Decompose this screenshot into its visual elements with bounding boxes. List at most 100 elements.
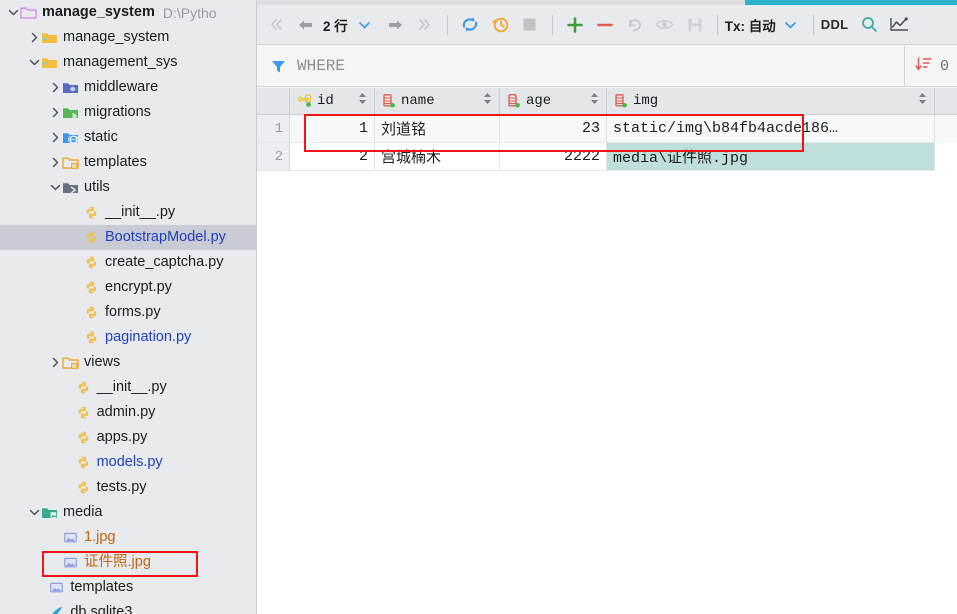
sort-desc-icon[interactable] (915, 56, 933, 77)
tree-item-tests-py[interactable]: tests.py (0, 475, 256, 500)
cell-img[interactable]: media\证件照.jpg (607, 143, 935, 171)
cell-name[interactable]: 刘道铭 (375, 115, 500, 143)
where-input[interactable]: WHERE (297, 57, 345, 75)
tree-item--init-py[interactable]: __init__.py (0, 375, 256, 400)
delete-row-button[interactable] (592, 11, 618, 39)
transaction-mode-label[interactable]: Tx: 自动 (725, 15, 776, 35)
cell-age[interactable]: 2222 (500, 143, 607, 171)
preview-icon[interactable] (652, 11, 678, 39)
tree-item-apps-py[interactable]: apps.py (0, 425, 256, 450)
sort-toggle-name[interactable] (483, 92, 492, 110)
tree-item-management-sys[interactable]: management_sys (0, 50, 256, 75)
sqlite-file-icon (48, 604, 65, 614)
prev-page-button[interactable] (293, 11, 319, 39)
row-number-header (257, 88, 290, 114)
cell-id[interactable]: 2 (290, 143, 375, 171)
commit-icon[interactable] (682, 11, 708, 39)
search-icon[interactable] (856, 11, 882, 39)
data-grid: id name age img 1 1 刘道铭 23 static/img\b8… (257, 88, 957, 614)
chevron-down-icon[interactable] (48, 181, 62, 195)
tree-item-label: apps.py (96, 429, 148, 446)
column-header-id[interactable]: id (290, 88, 375, 114)
column-header-img[interactable]: img (607, 88, 935, 114)
cell-name[interactable]: 宫城楠木 (375, 143, 500, 171)
last-page-button[interactable] (412, 11, 438, 39)
tree-item-forms-py[interactable]: forms.py (0, 300, 256, 325)
cell-img[interactable]: static/img\b84fb4acde186… (607, 115, 935, 143)
revert-icon[interactable] (622, 11, 648, 39)
chevron-right-icon[interactable] (48, 356, 62, 370)
project-tree[interactable]: manage_system D:\Pytho manage_systemmanage… (0, 0, 256, 614)
sort-toggle-img[interactable] (918, 92, 927, 110)
stop-icon[interactable] (517, 11, 543, 39)
chevron-down-icon[interactable] (6, 6, 20, 20)
chevron-right-icon[interactable] (27, 31, 41, 45)
tree-item-manage-system[interactable]: manage_system D:\Pytho (0, 0, 256, 25)
tree-item-manage-system[interactable]: manage_system (0, 25, 256, 50)
chevron-right-icon[interactable] (48, 106, 62, 120)
tree-item-证件照-jpg[interactable]: 证件照.jpg (0, 550, 256, 575)
ddl-button[interactable]: DDL (821, 17, 849, 32)
chevron-down-icon[interactable] (27, 506, 41, 520)
row-count-dropdown[interactable] (352, 11, 378, 39)
column-header-age[interactable]: age (500, 88, 607, 114)
tree-item-label: management_sys (63, 54, 178, 71)
tree-item-templates[interactable]: templates (0, 150, 256, 175)
tree-item-1-jpg[interactable]: 1.jpg (0, 525, 256, 550)
sort-toggle-id[interactable] (358, 92, 367, 110)
tree-item--init-py[interactable]: __init__.py (0, 200, 256, 225)
tree-item-pagination-py[interactable]: pagination.py (0, 325, 256, 350)
tree-item-create-captcha-py[interactable]: create_captcha.py (0, 250, 256, 275)
history-icon[interactable] (487, 11, 513, 39)
tree-item-media[interactable]: media (0, 500, 256, 525)
folder-module-icon (41, 29, 58, 46)
table-row[interactable]: 2 2 宫城楠木 2222 media\证件照.jpg (257, 143, 957, 171)
sort-toggle-age[interactable] (590, 92, 599, 110)
tree-item-templates[interactable]: templates (0, 575, 256, 600)
next-page-button[interactable] (382, 11, 408, 39)
tree-item-bootstrapmodel-py[interactable]: BootstrapModel.py (0, 225, 256, 250)
filter-bar[interactable]: WHERE 0 (257, 46, 957, 87)
first-page-button[interactable] (263, 11, 289, 39)
chevron-down-icon[interactable] (27, 56, 41, 70)
image-file-icon (62, 554, 79, 571)
tree-item-middleware[interactable]: middleware (0, 75, 256, 100)
python-file-icon (83, 329, 100, 346)
column-icon (507, 94, 521, 108)
chevron-right-icon[interactable] (48, 131, 62, 145)
chevron-right-icon[interactable] (48, 81, 62, 95)
table-row[interactable]: 1 1 刘道铭 23 static/img\b84fb4acde186… (257, 115, 957, 143)
image-file-icon (48, 579, 65, 596)
chevron-right-icon[interactable] (48, 156, 62, 170)
tree-item-db-sqlite3[interactable]: db.sqlite3 (0, 600, 256, 614)
tree-item-label: models.py (96, 454, 163, 471)
refresh-icon[interactable] (457, 11, 483, 39)
folder-templates-icon (62, 354, 79, 371)
python-file-icon (75, 479, 92, 496)
sort-control[interactable]: 0 (903, 46, 957, 86)
chart-icon[interactable] (886, 11, 913, 39)
tree-item-views[interactable]: views (0, 350, 256, 375)
toolbar-divider-4 (812, 14, 814, 35)
tree-item-label: encrypt.py (105, 279, 172, 296)
cell-id[interactable]: 1 (290, 115, 375, 143)
tree-item-static[interactable]: static (0, 125, 256, 150)
tree-item-utils[interactable]: utils (0, 175, 256, 200)
add-row-button[interactable] (562, 11, 588, 39)
tree-item-encrypt-py[interactable]: encrypt.py (0, 275, 256, 300)
column-header-name[interactable]: name (375, 88, 500, 114)
tree-item-migrations[interactable]: migrations (0, 100, 256, 125)
transaction-dropdown-chevron-down-icon[interactable] (778, 11, 804, 39)
column-header-age-label: age (526, 93, 552, 109)
cell-age[interactable]: 23 (500, 115, 607, 143)
project-tree-sidebar[interactable]: manage_system D:\Pytho manage_systemmanage… (0, 0, 257, 614)
tree-item-admin-py[interactable]: admin.py (0, 400, 256, 425)
toolbar-divider-3 (716, 14, 718, 35)
tree-item-models-py[interactable]: models.py (0, 450, 256, 475)
